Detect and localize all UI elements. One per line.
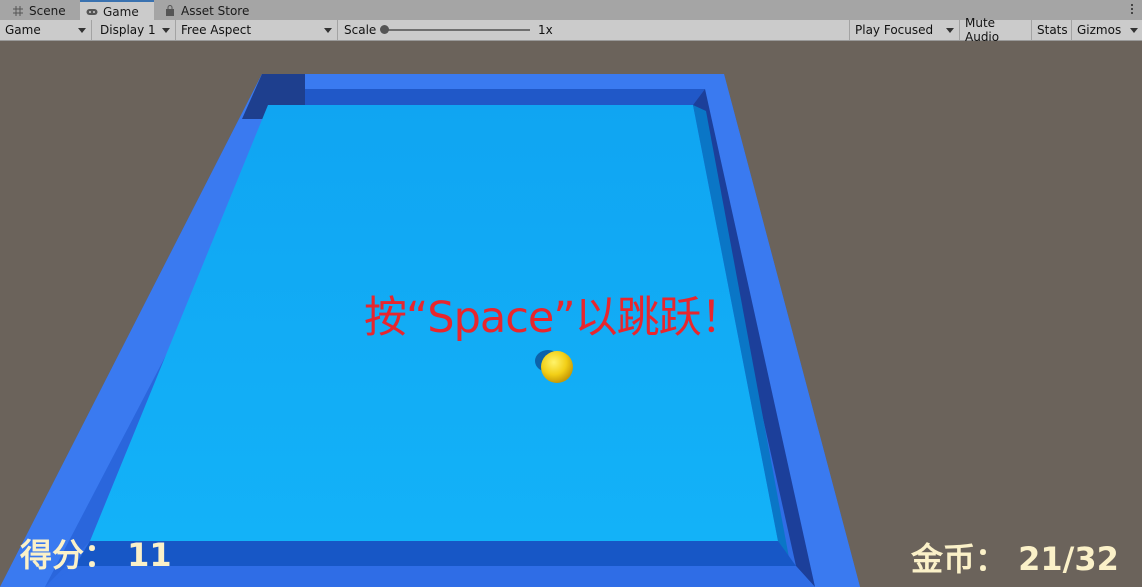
aspect-select-value: Free Aspect bbox=[181, 23, 252, 37]
stats-button[interactable]: Stats bbox=[1032, 20, 1072, 40]
tab-label: Asset Store bbox=[181, 3, 250, 18]
view-select-value: Game bbox=[5, 23, 41, 37]
game-viewport[interactable]: 按“Space”以跳跃！ 得分： 11 金币： 21/32 bbox=[0, 41, 1142, 587]
tab-asset-store[interactable]: Asset Store bbox=[158, 1, 257, 20]
score-label: 得分： 11 bbox=[20, 536, 172, 574]
gizmos-label: Gizmos bbox=[1077, 23, 1122, 37]
arena-floor-edge bbox=[75, 541, 796, 566]
jump-hint-text: 按“Space”以跳跃！ bbox=[364, 293, 744, 343]
player-ball bbox=[541, 351, 573, 383]
scale-value: 1x bbox=[538, 23, 553, 37]
view-select[interactable]: Game bbox=[0, 20, 92, 40]
arena-wall-inner-back bbox=[305, 89, 705, 105]
tab-game[interactable]: Game bbox=[80, 0, 154, 21]
chevron-down-icon bbox=[1130, 28, 1138, 33]
shopping-bag-icon bbox=[164, 4, 176, 17]
gamepad-icon bbox=[86, 6, 98, 18]
scale-slider-track[interactable] bbox=[384, 29, 530, 31]
gizmos-menu[interactable] bbox=[1125, 20, 1142, 40]
grid-icon bbox=[12, 5, 24, 17]
chevron-down-icon bbox=[78, 28, 86, 33]
mute-audio-label: Mute Audio bbox=[965, 16, 1000, 44]
play-mode-value: Play Focused bbox=[855, 23, 934, 37]
scale-control: Scale 1x bbox=[338, 20, 850, 40]
mute-audio-button[interactable]: Mute Audio bbox=[960, 16, 1032, 44]
gizmos-button[interactable]: Gizmos bbox=[1072, 20, 1125, 40]
aspect-select[interactable]: Free Aspect bbox=[176, 20, 338, 40]
tab-label: Scene bbox=[29, 3, 66, 18]
scale-label: Scale bbox=[344, 23, 377, 37]
game-view-toolbar: Game Display 1 Free Aspect Scale 1x Play… bbox=[0, 16, 1142, 44]
chevron-down-icon bbox=[946, 28, 954, 33]
coin-counter: 金币： 21/32 bbox=[911, 540, 1119, 578]
chevron-down-icon bbox=[162, 28, 170, 33]
tab-scene[interactable]: Scene bbox=[6, 1, 74, 20]
display-select[interactable]: Display 1 bbox=[92, 20, 176, 40]
more-options-icon[interactable] bbox=[1130, 3, 1134, 17]
tab-label: Game bbox=[103, 4, 139, 19]
chevron-down-icon bbox=[324, 28, 332, 33]
play-mode-select[interactable]: Play Focused bbox=[850, 20, 960, 40]
scale-slider-thumb[interactable] bbox=[380, 25, 389, 34]
display-select-value: Display 1 bbox=[100, 23, 156, 37]
stats-label: Stats bbox=[1037, 23, 1068, 37]
